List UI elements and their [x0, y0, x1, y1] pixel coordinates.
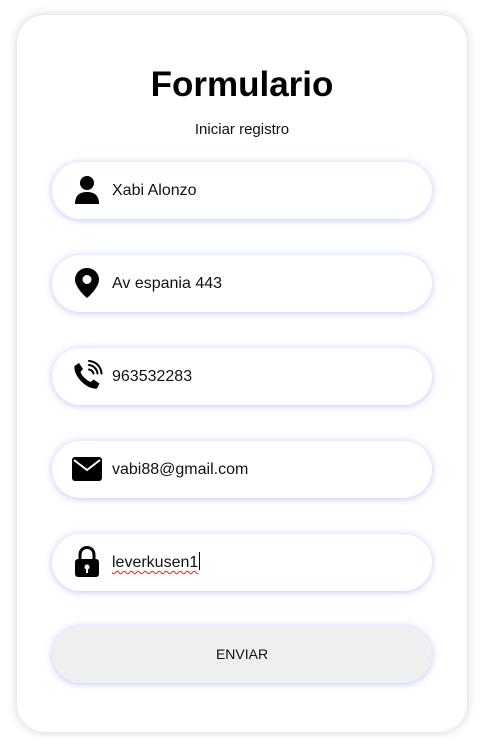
form-subtitle: Iniciar registro	[194, 121, 290, 138]
email-value[interactable]: vabi88@gmail.com	[112, 441, 248, 498]
name-field[interactable]: Xabi Alonzo	[52, 162, 432, 219]
text-caret	[199, 552, 201, 570]
password-text: leverkusen1	[112, 554, 199, 571]
password-field[interactable]: leverkusen1	[52, 534, 432, 591]
password-value[interactable]: leverkusen1	[112, 534, 201, 591]
envelope-icon	[71, 453, 103, 485]
location-pin-icon	[71, 267, 103, 299]
name-value[interactable]: Xabi Alonzo	[112, 162, 197, 219]
email-field[interactable]: vabi88@gmail.com	[52, 441, 432, 498]
user-icon	[71, 174, 103, 206]
phone-field[interactable]: 963532283	[52, 348, 432, 405]
phone-value[interactable]: 963532283	[112, 348, 192, 405]
phone-icon	[71, 360, 103, 392]
address-value[interactable]: Av espania 443	[112, 255, 222, 312]
form-title: Formulario	[150, 65, 334, 104]
form-card: Formulario Iniciar registro Xabi Alonzo …	[17, 15, 467, 732]
address-field[interactable]: Av espania 443	[52, 255, 432, 312]
submit-button[interactable]: ENVIAR	[52, 626, 432, 683]
lock-icon	[71, 546, 103, 578]
